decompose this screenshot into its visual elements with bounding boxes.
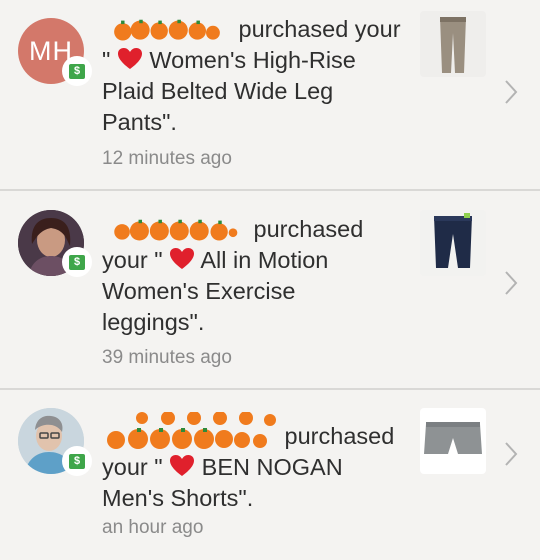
shorts-image [424,422,482,454]
timestamp: 39 minutes ago [102,347,232,368]
product-thumbnail[interactable] [420,408,486,474]
list-item[interactable]: MH $ purchased your " Women's High-Rise … [0,0,540,191]
product-thumbnail[interactable] [420,210,486,276]
quote-close: ". [238,485,254,511]
chevron-right-icon[interactable] [500,268,522,298]
pants-image [440,17,466,73]
quote-close: ". [162,109,177,135]
chevron-right-icon[interactable] [500,77,522,107]
chevron-right-icon[interactable] [500,439,522,469]
money-icon: $ [62,56,92,86]
redacted-name-scribble [114,19,220,41]
heart-icon [170,455,195,476]
heart-icon [117,48,142,69]
leggings-image [434,213,472,268]
activity-feed: MH $ purchased your " Women's High-Rise … [0,0,540,560]
quote-open: your " [102,247,163,273]
activity-text: purchased your " Women's High-Rise Plaid… [102,14,402,138]
quote-open: your " [102,454,163,480]
money-icon: $ [62,446,92,476]
verb-text: purchased your [238,16,401,42]
redacted-name-scribble [114,219,238,241]
verb-text: purchased [253,216,364,242]
heart-icon [170,248,195,269]
timestamp: an hour ago [102,517,204,538]
quote-close: ". [189,309,205,335]
list-item[interactable]: $ purchased your " All in Motion Women's… [0,191,540,390]
product-thumbnail[interactable] [420,11,486,77]
activity-text: purchased your " BEN NOGAN Men's Shorts"… [102,412,402,514]
redacted-name-scribble [107,412,276,449]
money-icon: $ [62,247,92,277]
activity-text: purchased your " All in Motion Women's E… [102,214,402,338]
verb-text: purchased [284,423,395,449]
list-item[interactable]: $ purchased your " BEN NOGAN Men's Short… [0,390,540,560]
quote-open: " [102,47,111,73]
timestamp: 12 minutes ago [102,148,232,169]
